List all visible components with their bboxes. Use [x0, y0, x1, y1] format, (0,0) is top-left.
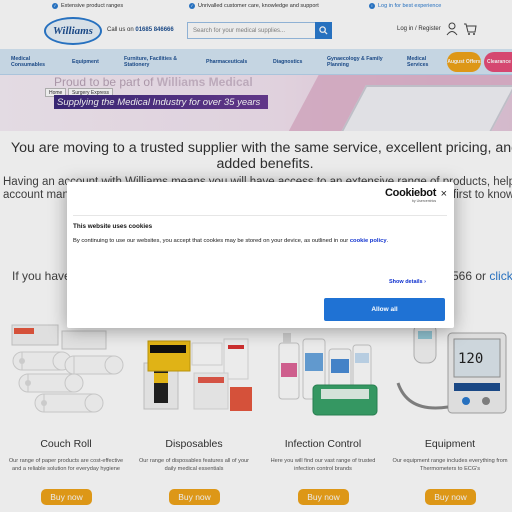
dialog-divider — [73, 215, 447, 216]
close-icon[interactable]: × — [441, 188, 447, 200]
allow-all-button[interactable]: Allow all — [324, 298, 445, 321]
chevron-right-icon: › — [424, 279, 426, 285]
dialog-title: This website uses cookies — [73, 223, 153, 230]
cookiebot-logo: Cookiebot by Usercentrics — [385, 187, 437, 203]
cookie-policy-link[interactable]: cookie policy — [350, 238, 387, 244]
cookie-consent-dialog: Cookiebot by Usercentrics × This website… — [67, 182, 454, 328]
dialog-body: By continuing to use our websites, you a… — [73, 238, 389, 244]
show-details-link[interactable]: Show details › — [389, 279, 426, 285]
